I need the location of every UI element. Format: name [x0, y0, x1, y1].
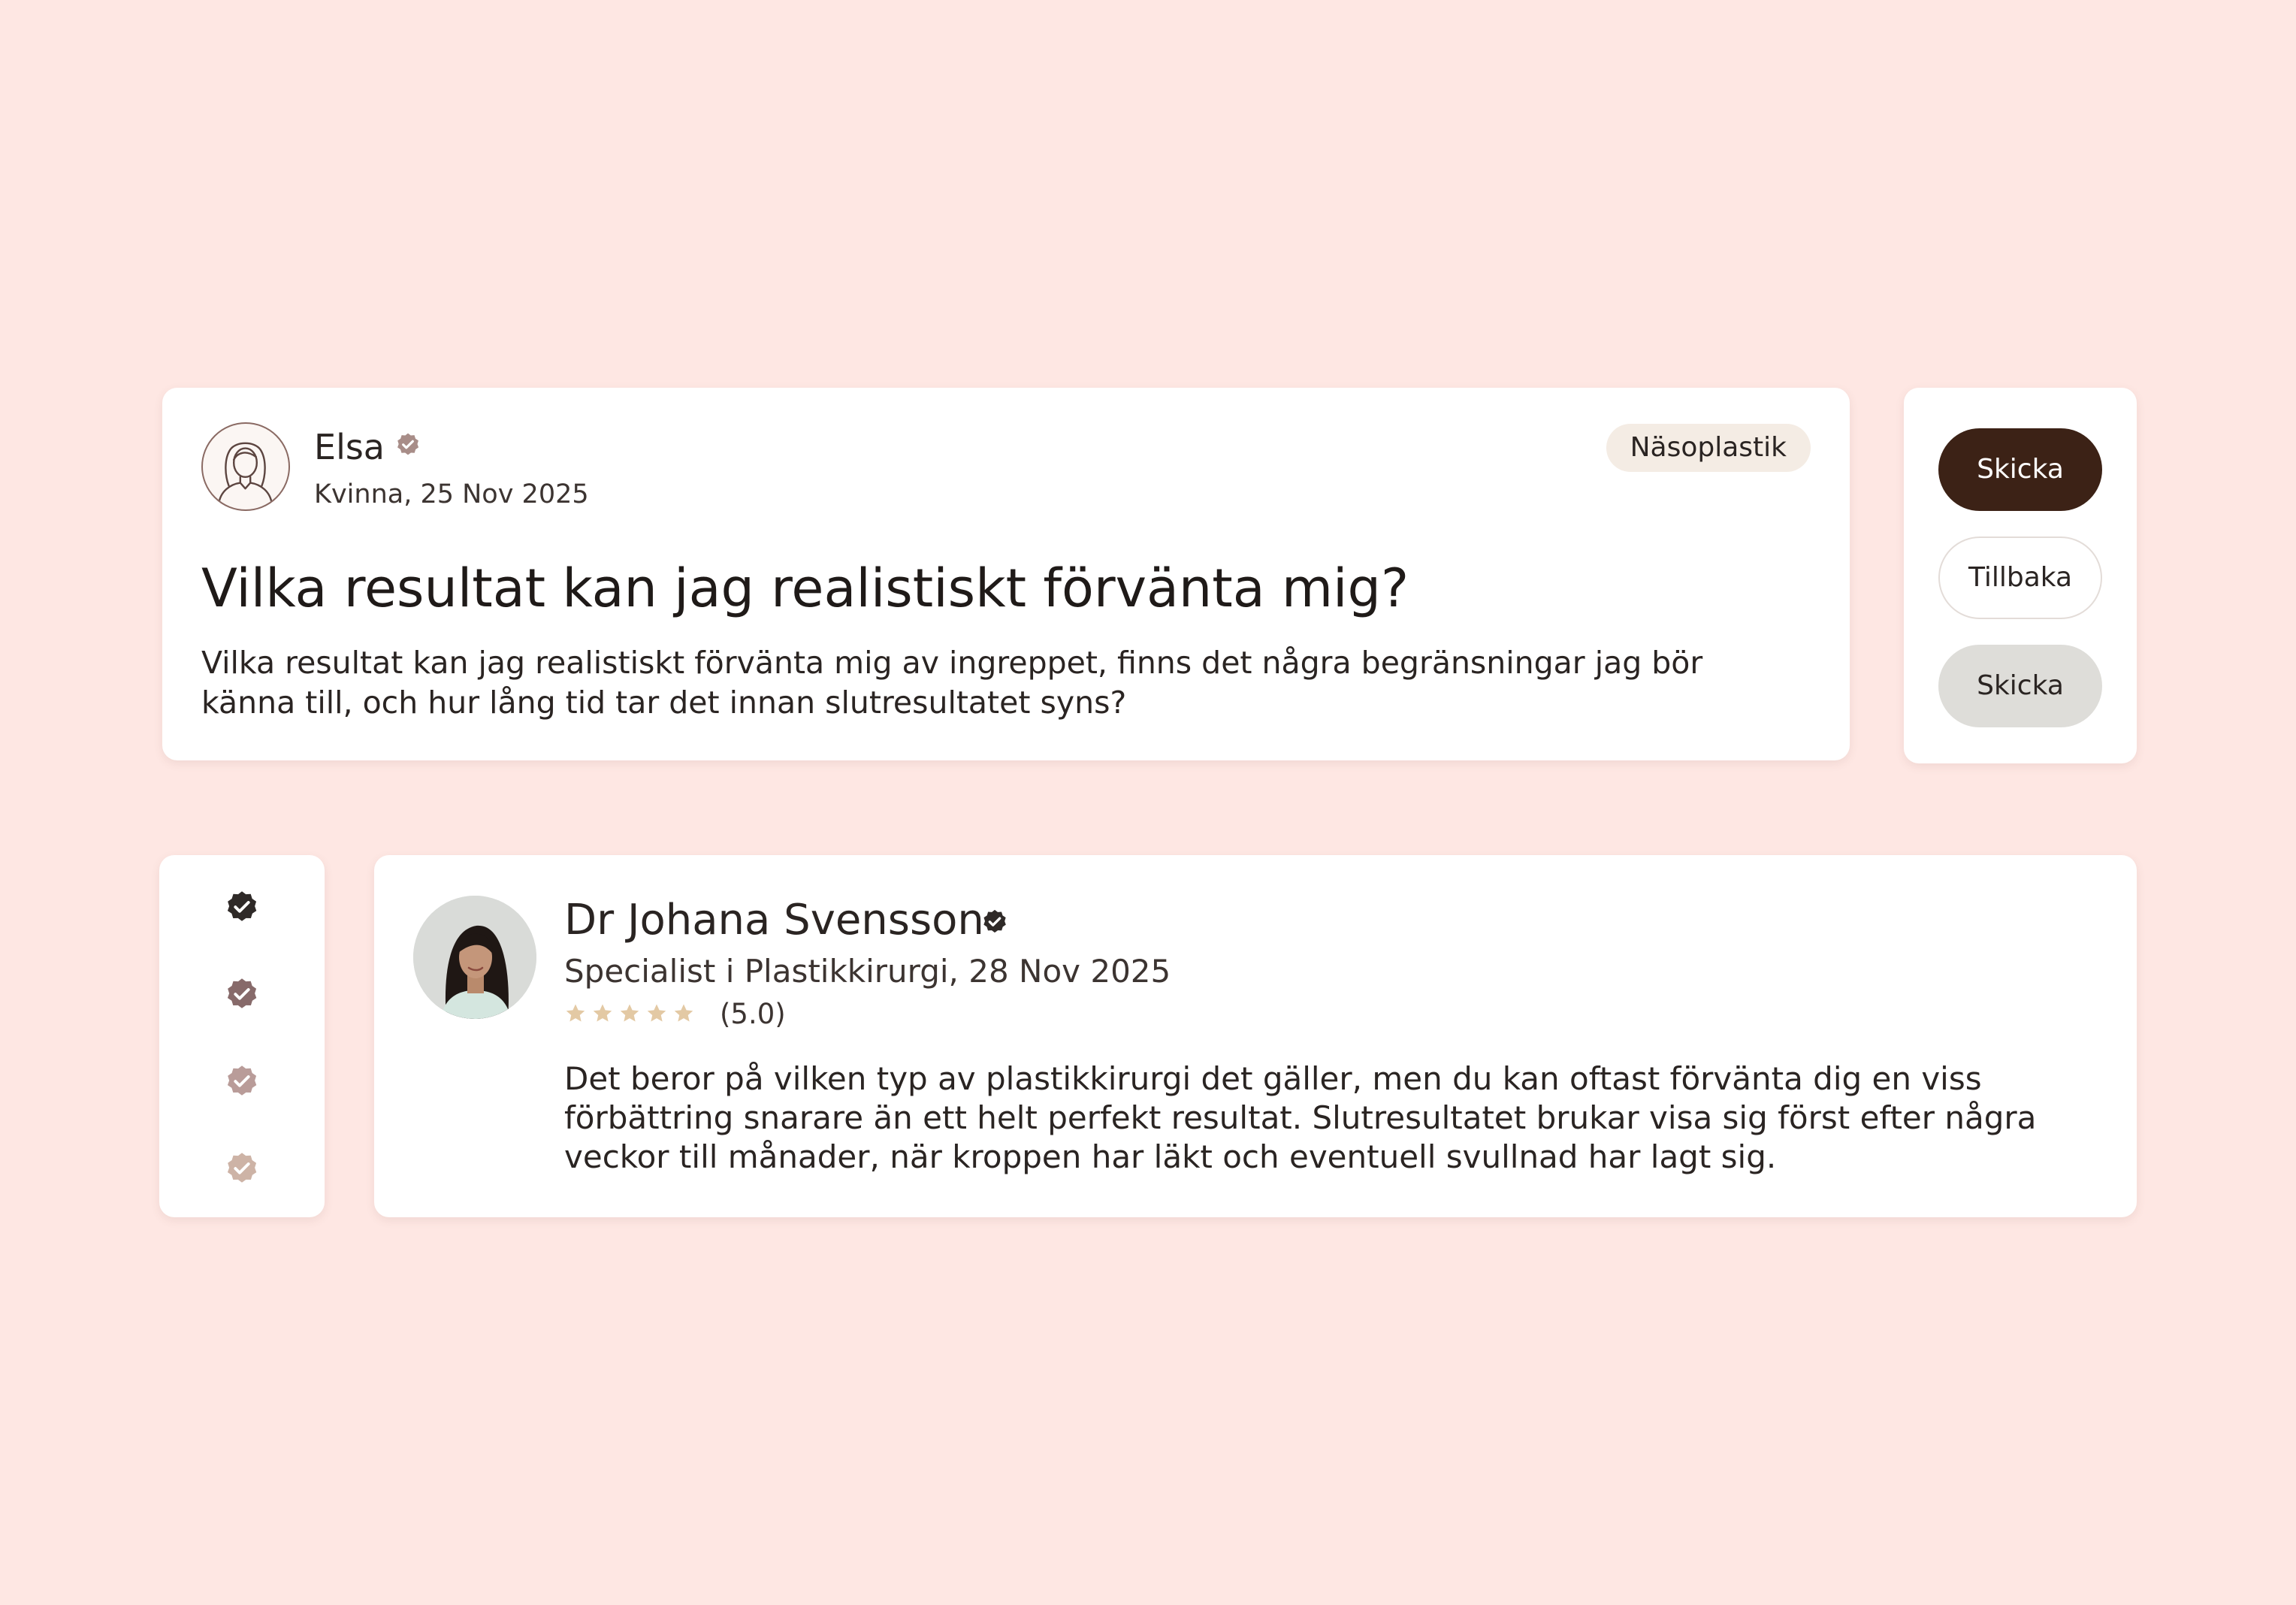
author-meta: Kvinna, 25 Nov 2025 [314, 479, 589, 509]
verified-badge-icon [227, 1065, 257, 1096]
rating-value: (5.0) [720, 998, 786, 1030]
back-button[interactable]: Tillbaka [1938, 537, 2102, 619]
verified-badge-icon [983, 909, 1006, 933]
verified-badge-icon [397, 433, 419, 455]
answer-card: Dr Johana Svensson Specialist i Plastikk… [374, 855, 2137, 1217]
send-button-disabled[interactable]: Skicka [1938, 645, 2102, 727]
verified-badge-icon [227, 891, 257, 921]
procedure-tag: Näsoplastik [1606, 424, 1811, 472]
question-title: Vilka resultat kan jag realistiskt förvä… [201, 558, 1409, 619]
star-icon [674, 1004, 693, 1022]
star-icon [593, 1004, 612, 1022]
star-icon [647, 1004, 666, 1022]
button-panel: Skicka Tillbaka Skicka [1904, 388, 2137, 763]
question-body: Vilka resultat kan jag realistiskt förvä… [201, 645, 1703, 721]
doctor-name: Dr Johana Svensson [564, 896, 984, 945]
verified-badge-icon [227, 978, 257, 1008]
answer-body: Det beror på vilken typ av plastikkirurg… [564, 1060, 2037, 1175]
author-name: Elsa [314, 427, 385, 467]
star-rating [564, 1002, 695, 1025]
doctor-avatar [413, 896, 536, 1019]
question-card: Elsa Kvinna, 25 Nov 2025 Näsoplastik Vil… [162, 388, 1850, 760]
doctor-meta: Specialist i Plastikkirurgi, 28 Nov 2025 [564, 953, 1171, 990]
woman-outline-avatar-icon [201, 422, 290, 511]
star-icon [566, 1004, 585, 1022]
badge-variants-panel [159, 855, 325, 1217]
send-button-primary[interactable]: Skicka [1938, 428, 2102, 511]
star-icon [620, 1004, 639, 1022]
verified-badge-icon [227, 1153, 257, 1183]
